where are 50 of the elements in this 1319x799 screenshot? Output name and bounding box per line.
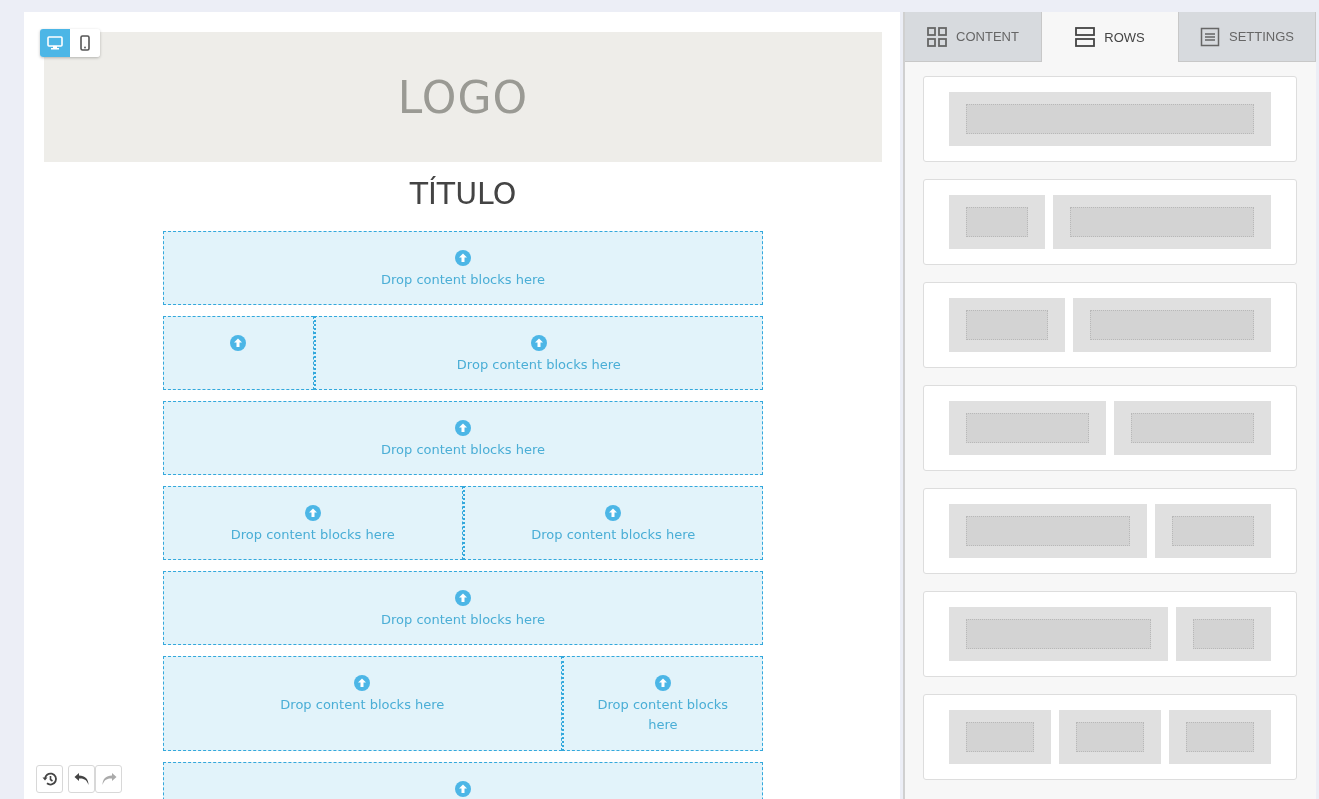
rows-icon (1075, 27, 1096, 47)
upload-icon (455, 781, 471, 797)
drop-zone[interactable]: Drop content blocks here (462, 486, 763, 560)
row-layout-card[interactable] (923, 488, 1297, 574)
drop-hint: Drop content blocks here (530, 526, 697, 544)
drop-zone[interactable]: Drop content blocks here (561, 656, 763, 751)
history-icon (41, 771, 58, 787)
drop-hint: Drop content blocks here (380, 271, 546, 289)
upload-icon (230, 335, 247, 351)
phone-icon (80, 35, 90, 51)
panel-tab[interactable]: CONTENT (905, 12, 1042, 62)
row-layout-card[interactable] (923, 591, 1297, 677)
row-layout-card[interactable] (923, 385, 1297, 471)
drop-hint: Drop content blocks here (380, 441, 546, 459)
upload-icon (304, 505, 321, 521)
row-layout-card[interactable] (923, 179, 1297, 265)
drop-hint: Drop content blocks here (455, 356, 622, 374)
upload-icon (455, 590, 471, 606)
undo-icon (73, 772, 90, 786)
drop-zone[interactable]: Drop content blocks here (163, 486, 463, 560)
drop-zone[interactable]: Drop content blocks here (163, 656, 562, 751)
row-layout-card[interactable] (923, 76, 1297, 162)
row-layout-card[interactable] (923, 694, 1297, 780)
drop-zone[interactable]: Drop content blocks here (163, 231, 763, 305)
panel-tab[interactable]: SETTINGS (1179, 12, 1316, 62)
redo-icon (100, 772, 117, 786)
row-layout-card[interactable] (923, 282, 1297, 368)
grid-icon (927, 26, 948, 47)
drop-hint: Drop content blocks here (229, 526, 396, 544)
upload-icon (654, 675, 671, 691)
drop-zone[interactable]: Drop content blocks here (163, 401, 763, 475)
upload-icon (605, 505, 622, 521)
drop-zone[interactable] (163, 316, 314, 390)
drop-zone[interactable]: Drop content blocks here (163, 571, 763, 645)
upload-icon (455, 420, 471, 436)
document-icon (1200, 26, 1220, 47)
drop-hint: Drop content blocks here (596, 696, 730, 734)
upload-icon (354, 675, 371, 691)
title: TÍTULO (408, 175, 518, 213)
desktop-view-button[interactable] (40, 29, 70, 57)
drop-hint: Drop content blocks here (380, 611, 546, 629)
drop-zone[interactable]: Drop content blocks here (313, 316, 763, 390)
history-button[interactable] (36, 765, 63, 793)
upload-icon (530, 335, 547, 351)
drop-hint: Drop content blocks here (279, 696, 446, 714)
undo-button[interactable] (68, 765, 95, 793)
logo-text: LOGO (397, 71, 529, 123)
mobile-view-button[interactable] (70, 29, 100, 57)
monitor-icon (47, 36, 63, 50)
upload-icon (455, 250, 471, 266)
